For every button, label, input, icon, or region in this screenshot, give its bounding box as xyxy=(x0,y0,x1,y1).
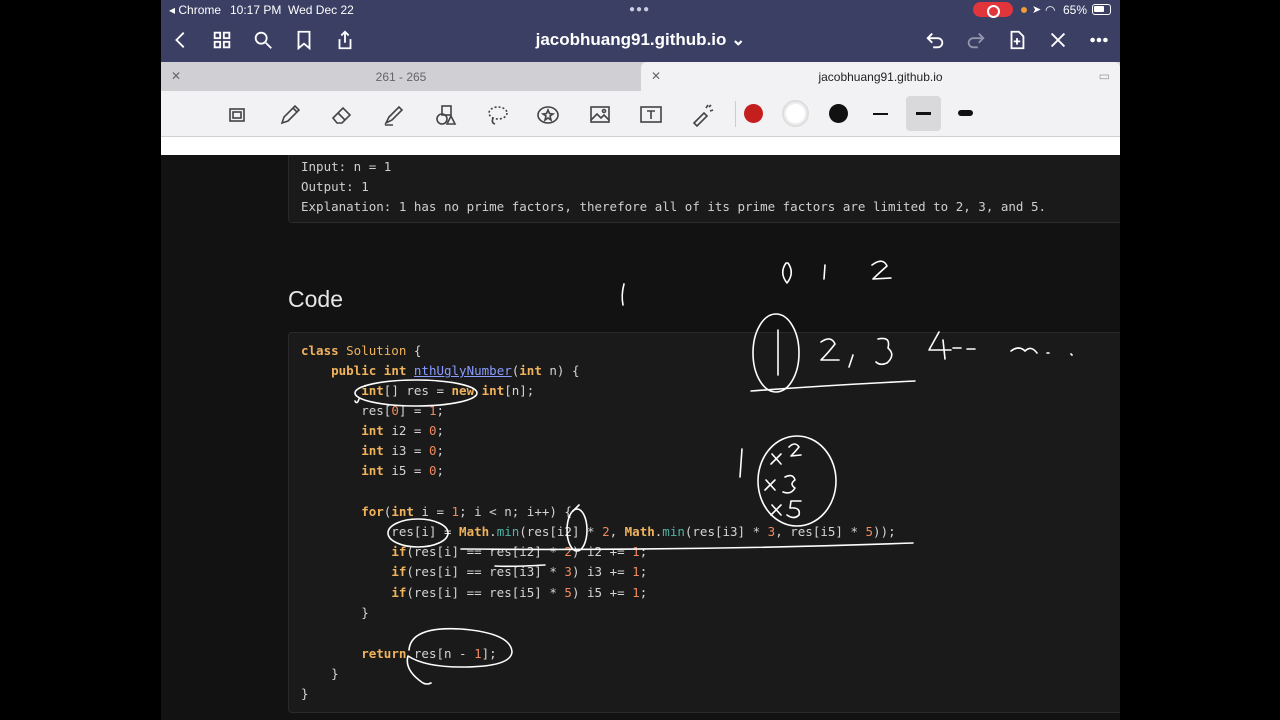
code-line: for(int i = 1; i < n; i++) { xyxy=(361,504,572,519)
example-output: Output: 1 xyxy=(301,179,369,194)
multitasking-dots-icon[interactable]: ●●● xyxy=(629,4,650,15)
tab-label: 261 - 265 xyxy=(375,69,427,84)
code-line: } xyxy=(301,686,309,701)
color-swatch-white[interactable] xyxy=(782,100,809,127)
page-gap xyxy=(161,137,1120,155)
code-block: class Solution { public int nthUglyNumbe… xyxy=(288,332,1120,713)
ink-stroke xyxy=(621,283,625,306)
status-bar: ◂ Chrome 10:17 PM Wed Dec 22 ●●● ➤ ◠ 65% xyxy=(161,0,1120,20)
close-tab-icon[interactable]: ✕ xyxy=(171,69,181,83)
code-line: return res[n - 1]; xyxy=(361,646,497,661)
stroke-medium-line xyxy=(916,112,931,115)
section-heading: Code xyxy=(288,286,343,312)
markup-toolbar xyxy=(161,91,1120,137)
code-line: public int nthUglyNumber(int n) { xyxy=(301,363,580,378)
date: Wed Dec 22 xyxy=(288,3,354,17)
example-input: Input: n = 1 xyxy=(301,159,392,174)
lasso-layer-icon[interactable] xyxy=(223,101,253,129)
add-page-icon[interactable] xyxy=(1005,28,1029,52)
code-line: res[0] = 1; xyxy=(301,403,445,418)
laser-pointer-icon[interactable] xyxy=(688,101,718,129)
tab-label: jacobhuang91.github.io xyxy=(818,69,943,84)
toolbar-divider xyxy=(735,101,736,127)
highlighter-icon[interactable] xyxy=(379,101,409,129)
tab-jacobhuang91[interactable]: ✕ jacobhuang91.github.io ▭ xyxy=(641,62,1120,91)
code-line: class Solution { xyxy=(301,343,422,358)
color-swatch-red[interactable] xyxy=(744,104,763,123)
close-tab-icon[interactable]: ✕ xyxy=(651,69,661,83)
browser-nav-bar: jacobhuang91.github.io ⌄ xyxy=(161,20,1120,62)
code-line: if(res[i] == res[i5] * 5) i5 += 1; xyxy=(391,585,648,600)
ipad-screen: ◂ Chrome 10:17 PM Wed Dec 22 ●●● ➤ ◠ 65%… xyxy=(161,0,1120,720)
split-view-icon[interactable]: ▭ xyxy=(1099,69,1110,83)
code-line: if(res[i] == res[i2] * 2) i2 += 1; xyxy=(391,544,648,559)
image-icon[interactable] xyxy=(585,101,615,129)
code-line: int i5 = 0; xyxy=(361,463,445,478)
lasso-icon[interactable] xyxy=(483,101,513,129)
battery-icon xyxy=(1092,4,1111,15)
code-line: int i2 = 0; xyxy=(361,423,445,438)
screen-recording-icon[interactable] xyxy=(973,2,1013,18)
eraser-icon[interactable] xyxy=(327,101,357,129)
ink-digit-0 xyxy=(781,262,793,284)
text-box-icon[interactable] xyxy=(636,101,666,129)
sticker-icon[interactable] xyxy=(533,101,563,129)
shapes-icon[interactable] xyxy=(431,101,461,129)
tab-261-265[interactable]: ✕ 261 - 265 xyxy=(161,62,641,91)
more-icon[interactable] xyxy=(1087,28,1111,52)
tab-bar: ✕ 261 - 265 ✕ jacobhuang91.github.io ▭ xyxy=(161,62,1120,91)
example-block: Input: n = 1 Output: 1 Explanation: 1 ha… xyxy=(288,155,1120,223)
ink-digit-2 xyxy=(871,260,892,280)
stroke-medium-option[interactable] xyxy=(906,96,941,131)
clock: 10:17 PM xyxy=(230,3,282,17)
undo-icon[interactable] xyxy=(923,28,947,52)
back-to-app-label[interactable]: ◂ Chrome xyxy=(169,3,221,17)
battery-percent: 65% xyxy=(1063,3,1088,17)
pen-icon[interactable] xyxy=(275,101,305,129)
color-swatch-black[interactable] xyxy=(829,104,848,123)
location-icon: ➤ xyxy=(1032,4,1042,16)
code-line: res[i] = Math.min(res[i2] * 2, Math.min(… xyxy=(301,524,896,539)
code-line: } xyxy=(301,605,369,620)
redo-icon[interactable] xyxy=(964,28,988,52)
code-line: } xyxy=(301,666,339,681)
ink-digit-1 xyxy=(823,264,826,280)
wifi-icon: ◠ xyxy=(1045,3,1056,17)
code-line: int i3 = 0; xyxy=(361,443,445,458)
code-line: if(res[i] == res[i3] * 3) i3 += 1; xyxy=(391,564,648,579)
stroke-thin-option[interactable] xyxy=(873,113,888,115)
microphone-indicator-icon xyxy=(1021,7,1027,13)
page-content: Input: n = 1 Output: 1 Explanation: 1 ha… xyxy=(161,155,1120,720)
example-explanation: Explanation: 1 has no prime factors, the… xyxy=(301,199,1047,214)
stroke-thick-option[interactable] xyxy=(958,110,973,116)
code-line: int[] res = new int[n]; xyxy=(361,383,535,398)
markup-close-icon[interactable] xyxy=(1046,28,1070,52)
